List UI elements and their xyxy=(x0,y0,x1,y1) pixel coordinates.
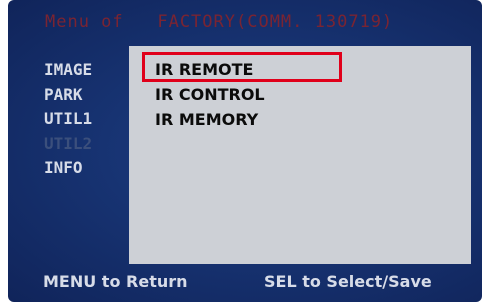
submenu-item-ir-control[interactable]: IR CONTROL xyxy=(155,82,265,107)
menu-title: Menu of FACTORY(COMM. 130719) xyxy=(45,12,394,32)
main-menu: IMAGE PARK UTIL1 UTIL2 INFO xyxy=(44,58,92,181)
return-hint: MENU to Return xyxy=(43,272,188,291)
menu-item-util1[interactable]: UTIL1 xyxy=(44,107,92,132)
menu-item-park[interactable]: PARK xyxy=(44,83,92,108)
menu-item-info[interactable]: INFO xyxy=(44,156,92,181)
menu-item-image[interactable]: IMAGE xyxy=(44,58,92,83)
submenu-item-ir-remote[interactable]: IR REMOTE xyxy=(155,57,265,82)
select-save-hint: SEL to Select/Save xyxy=(264,272,432,291)
submenu-list: IR REMOTE IR CONTROL IR MEMORY xyxy=(155,57,265,132)
osd-screen: Menu of FACTORY(COMM. 130719) IMAGE PARK… xyxy=(8,0,482,302)
menu-item-util2: UTIL2 xyxy=(44,133,93,153)
submenu-item-ir-memory[interactable]: IR MEMORY xyxy=(155,107,265,132)
submenu-panel: IR REMOTE IR CONTROL IR MEMORY xyxy=(129,46,471,264)
